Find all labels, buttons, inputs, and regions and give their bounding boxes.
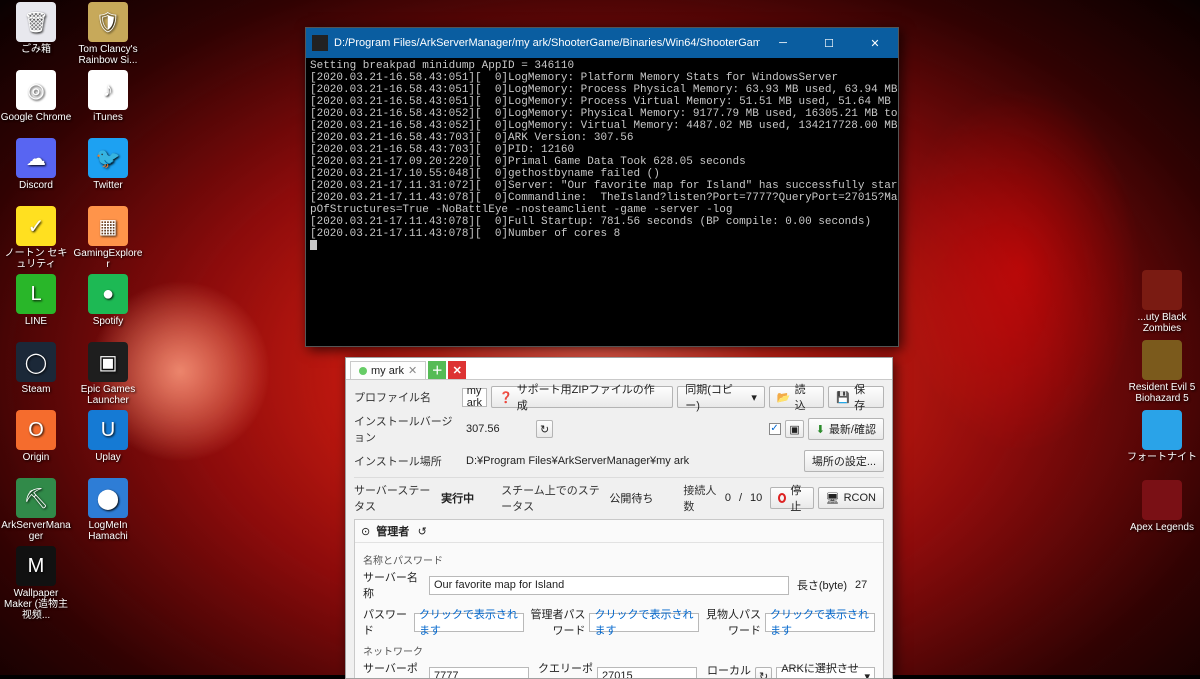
label-connections: 接続人数 [683, 482, 716, 514]
support-zip-button[interactable]: ❓サポート用ZIPファイルの作成 [491, 386, 673, 408]
status-dot-icon [359, 367, 367, 375]
save-button[interactable]: 💾保存 [828, 386, 884, 408]
local-ip-dropdown[interactable]: ARKに選択させる▾ [776, 667, 875, 679]
minimize-button[interactable]: ─ [760, 28, 806, 58]
server-port-field[interactable]: 7777 [429, 667, 529, 679]
connections-now: 0 [721, 489, 735, 508]
desktop-icon[interactable]: ✓ノートン セキュリティ [0, 206, 72, 270]
name-length-value: 27 [851, 576, 875, 595]
console-title: D:/Program Files/ArkServerManager/my ark… [334, 37, 760, 49]
desktop-icon[interactable]: ...uty Black Zombies [1126, 270, 1198, 334]
version-refresh-button[interactable]: ↻ [536, 420, 553, 438]
desktop-icon[interactable]: 🗑ごみ箱 [0, 2, 72, 55]
server-status-value: 実行中 [437, 489, 497, 508]
auto-update-check[interactable] [769, 423, 781, 435]
delete-profile-button[interactable]: ✕ [448, 361, 466, 379]
auto-update-settings-button[interactable]: ▣ [785, 420, 803, 438]
reset-icon[interactable]: ↺ [415, 524, 429, 538]
label-profile: プロファイル名 [354, 389, 458, 405]
spectator-password-field[interactable]: クリックで表示されます [765, 613, 875, 632]
console-titlebar[interactable]: D:/Program Files/ArkServerManager/my ark… [306, 28, 898, 58]
collapse-icon[interactable]: ⊙ [361, 525, 370, 538]
query-port-field[interactable]: 27015 [597, 667, 697, 679]
console-app-icon [312, 35, 328, 51]
server-name-field[interactable]: Our favorite map for Island [429, 576, 789, 595]
desktop-icon[interactable]: ⛏ArkServerManager [0, 478, 72, 542]
desktop-icon[interactable]: Resident Evil 5 Biohazard 5 [1126, 340, 1198, 404]
desktop-icon[interactable]: OOrigin [0, 410, 72, 463]
desktop-icon[interactable]: 🛡Tom Clancy's Rainbow Si... [72, 2, 144, 66]
profile-name-field[interactable]: my ark [462, 388, 487, 407]
add-profile-button[interactable]: ＋ [428, 361, 446, 379]
load-button[interactable]: 📂読込 [769, 386, 825, 408]
desktop-icon[interactable]: ◯Steam [0, 342, 72, 395]
asm-window: my ark ✕ ＋ ✕ プロファイル名 my ark ❓サポート用ZIPファイ… [345, 357, 893, 679]
label-server-port: サーバーポート [363, 660, 425, 679]
sync-button[interactable]: 同期(コピー)▾ [677, 386, 765, 408]
update-button[interactable]: ⬇最新/確認 [808, 418, 884, 440]
stop-button[interactable]: 停止 [770, 487, 813, 509]
chevron-down-icon: ▾ [864, 670, 870, 679]
desktop-icon[interactable]: 🐦Twitter [72, 138, 144, 191]
console-output: Setting breakpad minidump AppID = 346110… [306, 58, 898, 346]
desktop-icon[interactable]: フォートナイト [1126, 410, 1198, 463]
desktop-icon[interactable]: ♪iTunes [72, 70, 144, 123]
steam-status-value: 公開待ち [605, 489, 675, 508]
desktop-icon[interactable]: ☁Discord [0, 138, 72, 191]
password-field[interactable]: クリックで表示されます [414, 613, 524, 632]
desktop-icon[interactable]: UUplay [72, 410, 144, 463]
desktop-icon[interactable]: MWallpaper Maker (造物主视频... [0, 546, 72, 621]
refresh-ip-button[interactable]: ↻ [755, 667, 772, 679]
location-button[interactable]: 場所の設定... [804, 450, 884, 472]
label-admin-pw: 管理者パスワード [528, 606, 586, 638]
subhead-name-pw: 名称とパスワード [363, 552, 875, 567]
label-local-ip: ローカルIP [701, 662, 751, 679]
tab-my-ark[interactable]: my ark ✕ [350, 361, 426, 379]
admin-password-field[interactable]: クリックで表示されます [589, 613, 699, 632]
tab-label: my ark [371, 365, 404, 377]
maximize-button[interactable]: ☐ [806, 28, 852, 58]
rcon-button[interactable]: 🖥RCON [818, 487, 884, 509]
label-spectator-pw: 見物人パスワード [703, 606, 761, 638]
desktop-icon[interactable]: ▦GamingExplorer [72, 206, 144, 270]
admin-section: ⊙ 管理者 ↺ 名称とパスワード サーバー名称 Our favorite map… [354, 519, 884, 679]
desktop-icon[interactable]: ◎Google Chrome [0, 70, 72, 123]
profile-tabs: my ark ✕ ＋ ✕ [346, 358, 892, 380]
desktop-icon[interactable]: Apex Legends [1126, 480, 1198, 533]
section-title-admin: 管理者 [376, 523, 409, 539]
install-version-value: 307.56 [462, 420, 532, 439]
close-button[interactable]: ✕ [852, 28, 898, 58]
label-steam-status: スチーム上でのステータス [501, 482, 601, 514]
label-password: パスワード [363, 606, 410, 638]
label-server-name: サーバー名称 [363, 569, 425, 601]
console-window: D:/Program Files/ArkServerManager/my ark… [305, 27, 899, 347]
label-install-dir: インストール場所 [354, 453, 458, 469]
tab-close-icon[interactable]: ✕ [408, 364, 417, 377]
stop-icon [778, 493, 786, 503]
desktop-icon[interactable]: ⬤LogMeIn Hamachi [72, 478, 144, 542]
label-install-ver: インストールバージョン [354, 413, 458, 445]
connections-max: 10 [746, 489, 766, 508]
desktop-icon[interactable]: ●Spotify [72, 274, 144, 327]
label-query-port: クエリーポート [533, 660, 593, 679]
install-dir-value: D:¥Program Files¥ArkServerManager¥my ark [462, 452, 800, 471]
subhead-network: ネットワーク [363, 643, 875, 658]
label-server-status: サーバーステータス [354, 482, 433, 514]
desktop-icon[interactable]: ▣Epic Games Launcher [72, 342, 144, 406]
desktop-icon[interactable]: LLINE [0, 274, 72, 327]
label-length: 長さ(byte) [793, 577, 847, 593]
